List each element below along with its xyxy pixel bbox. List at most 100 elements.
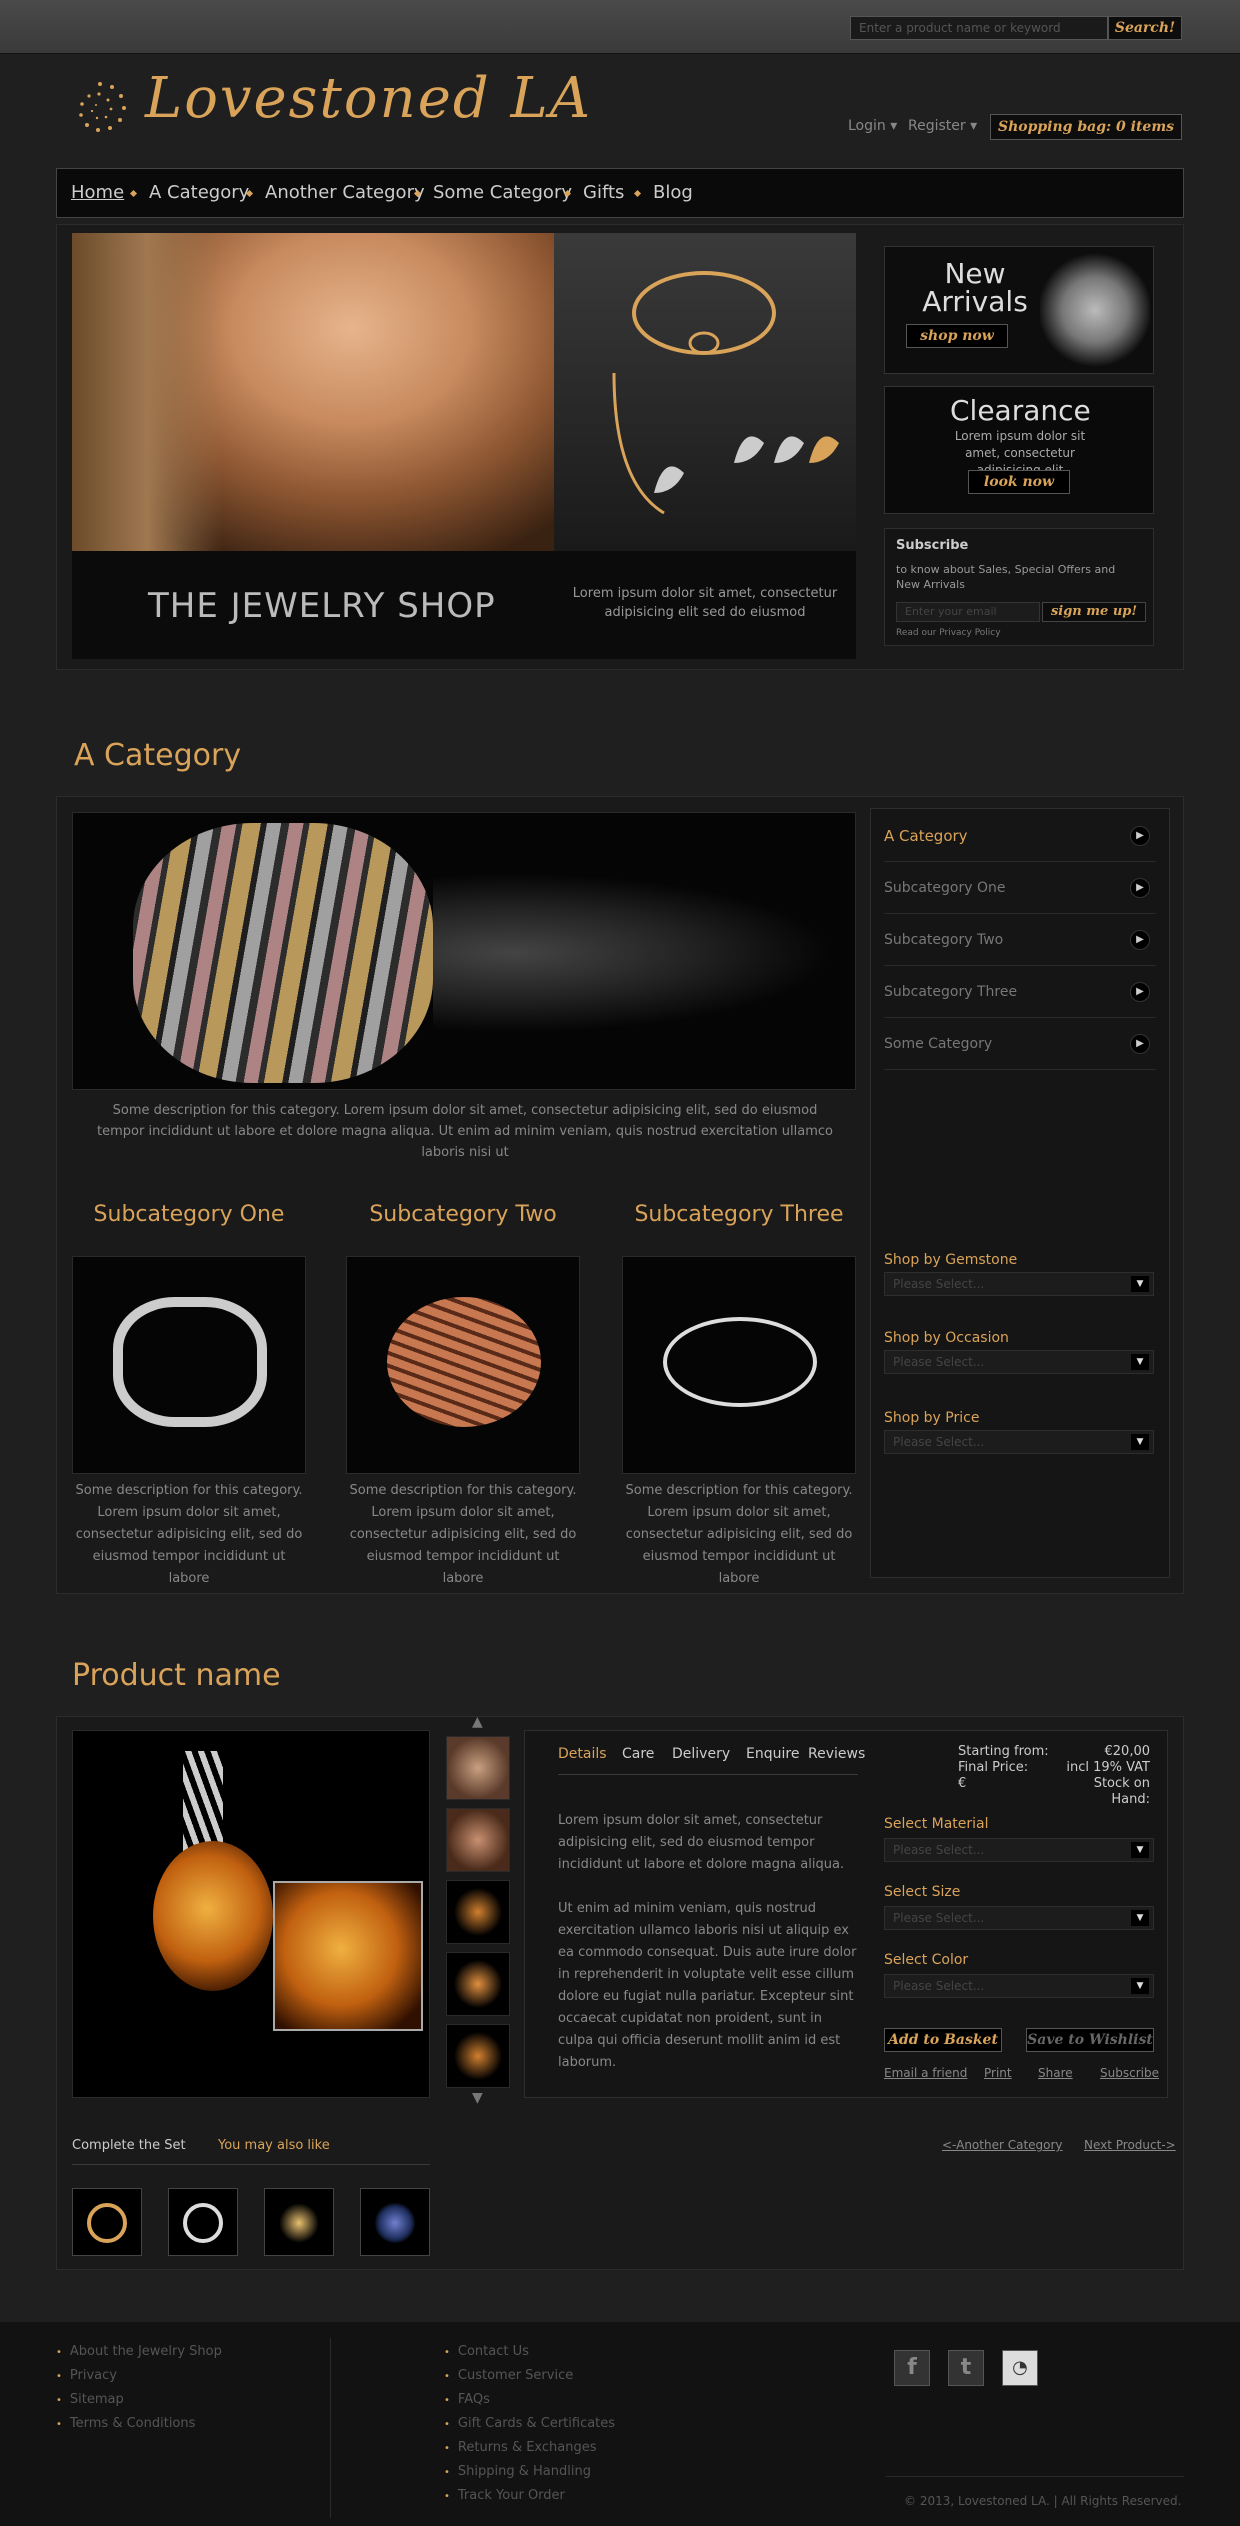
save-to-wishlist-button[interactable]: Save to Wishlist bbox=[1026, 2028, 1154, 2052]
footer-link-returns[interactable]: Returns & Exchanges bbox=[444, 2440, 597, 2455]
print-link[interactable]: Print bbox=[984, 2066, 1012, 2080]
side-item-subcategory-one[interactable]: Subcategory One ▶ bbox=[884, 862, 1156, 914]
footer-link-faqs[interactable]: FAQs bbox=[444, 2392, 490, 2407]
amber-pendant-zoom bbox=[273, 1881, 423, 2031]
color-select[interactable]: Please Select... ▼ bbox=[884, 1974, 1154, 1998]
logo-text[interactable]: Lovestoned LA bbox=[145, 66, 592, 131]
thumbnail-down-icon[interactable]: ▼ bbox=[472, 2090, 483, 2106]
footer-link-about[interactable]: About the Jewelry Shop bbox=[56, 2344, 222, 2359]
side-item-a-category[interactable]: A Category ▶ bbox=[884, 810, 1156, 862]
footer-link-customer-service[interactable]: Customer Service bbox=[444, 2368, 573, 2383]
gemstone-filter-select[interactable]: Please Select... ▼ bbox=[884, 1272, 1154, 1296]
previous-category-link[interactable]: <-Another Category bbox=[942, 2138, 1063, 2152]
subscribe-link[interactable]: Subscribe bbox=[1100, 2066, 1159, 2080]
side-item-subcategory-two[interactable]: Subcategory Two ▶ bbox=[884, 914, 1156, 966]
logo-swirl-icon bbox=[79, 82, 126, 132]
tab-details[interactable]: Details bbox=[558, 1746, 607, 1762]
tab-care[interactable]: Care bbox=[622, 1746, 654, 1762]
product-thumbnail[interactable] bbox=[446, 2024, 510, 2088]
chevron-down-icon: ▼ bbox=[1131, 1354, 1149, 1370]
email-friend-link[interactable]: Email a friend bbox=[884, 2066, 967, 2080]
shop-now-button[interactable]: shop now bbox=[906, 324, 1008, 348]
material-select[interactable]: Please Select... ▼ bbox=[884, 1838, 1154, 1862]
register-link[interactable]: Register ▾ bbox=[908, 118, 977, 134]
tab-reviews[interactable]: Reviews bbox=[808, 1746, 865, 1762]
next-product-link[interactable]: Next Product-> bbox=[1084, 2138, 1176, 2152]
footer-link-privacy[interactable]: Privacy bbox=[56, 2368, 117, 2383]
subcategory-two-title[interactable]: Subcategory Two bbox=[346, 1202, 580, 1227]
select-placeholder: Please Select... bbox=[893, 1979, 985, 1993]
side-item-some-category[interactable]: Some Category ▶ bbox=[884, 1018, 1156, 1070]
subcategory-three-title[interactable]: Subcategory Three bbox=[622, 1202, 856, 1227]
twitter-icon[interactable]: t bbox=[948, 2350, 984, 2386]
jewelry-photo bbox=[554, 233, 856, 551]
subcategory-two-image[interactable] bbox=[346, 1256, 580, 1474]
tab-enquire[interactable]: Enquire bbox=[746, 1746, 799, 1762]
product-thumbnail[interactable] bbox=[446, 1736, 510, 1800]
facebook-icon[interactable]: f bbox=[894, 2350, 930, 2386]
footer-link-track-order[interactable]: Track Your Order bbox=[444, 2488, 565, 2503]
product-heading: Product name bbox=[72, 1658, 281, 1693]
product-thumbnail[interactable] bbox=[446, 1880, 510, 1944]
stock-label: Stock on Hand: bbox=[1093, 1776, 1150, 1807]
sign-me-up-button[interactable]: sign me up! bbox=[1042, 602, 1146, 622]
bangles-photo bbox=[133, 823, 433, 1083]
nav-item-blog[interactable]: Blog bbox=[653, 182, 693, 203]
select-placeholder: Please Select... bbox=[893, 1277, 985, 1291]
search-button[interactable]: Search! bbox=[1108, 16, 1182, 40]
price-filter-select[interactable]: Please Select... ▼ bbox=[884, 1430, 1154, 1454]
footer-link-terms[interactable]: Terms & Conditions bbox=[56, 2416, 196, 2431]
login-link[interactable]: Login ▾ bbox=[848, 118, 897, 134]
subscribe-email-input[interactable]: Enter your email bbox=[896, 602, 1040, 622]
add-to-basket-button[interactable]: Add to Basket bbox=[884, 2028, 1002, 2052]
occasion-filter-select[interactable]: Please Select... ▼ bbox=[884, 1350, 1154, 1374]
chevron-right-icon: ▶ bbox=[1130, 878, 1150, 898]
search-input[interactable]: Enter a product name or keyword bbox=[850, 16, 1108, 40]
footer-link-shipping[interactable]: Shipping & Handling bbox=[444, 2464, 591, 2479]
share-link[interactable]: Share bbox=[1038, 2066, 1073, 2080]
footer-link-sitemap[interactable]: Sitemap bbox=[56, 2392, 124, 2407]
look-now-button[interactable]: look now bbox=[968, 470, 1070, 494]
tab-delivery[interactable]: Delivery bbox=[672, 1746, 730, 1762]
nav-item-another-category[interactable]: Another Category bbox=[265, 182, 425, 203]
copyright-text: © 2013, Lovestoned LA. | All Rights Rese… bbox=[904, 2494, 1182, 2508]
nav-item-a-category[interactable]: A Category bbox=[149, 182, 249, 203]
product-heading-b: name bbox=[195, 1658, 281, 1693]
side-item-subcategory-three[interactable]: Subcategory Three ▶ bbox=[884, 966, 1156, 1018]
subcategory-one-description: Some description for this category. Lore… bbox=[75, 1483, 303, 1586]
product-heading-a: Product bbox=[72, 1658, 186, 1693]
subcategory-one-image[interactable] bbox=[72, 1256, 306, 1474]
complete-set-tab[interactable]: Complete the Set bbox=[72, 2138, 186, 2153]
set-thumbnail[interactable] bbox=[168, 2188, 238, 2256]
hero-banner-image[interactable] bbox=[72, 233, 856, 551]
footer-link-gift-cards[interactable]: Gift Cards & Certificates bbox=[444, 2416, 615, 2431]
tab-divider bbox=[558, 1774, 858, 1775]
nav-separator bbox=[129, 189, 138, 198]
rss-icon[interactable]: ◔ bbox=[1002, 2350, 1038, 2386]
new-arrivals-title: New Arrivals bbox=[922, 257, 1028, 318]
set-thumbnail[interactable] bbox=[360, 2188, 430, 2256]
subscribe-text: to know about Sales, Special Offers and … bbox=[896, 563, 1116, 591]
chevron-down-icon: ▼ bbox=[1131, 1978, 1149, 1994]
shopping-bag-button[interactable]: Shopping bag: 0 items bbox=[990, 114, 1182, 140]
chevron-down-icon: ▼ bbox=[1131, 1434, 1149, 1450]
you-may-also-like-tab[interactable]: You may also like bbox=[218, 2138, 330, 2153]
product-thumbnail[interactable] bbox=[446, 1808, 510, 1872]
privacy-policy-link[interactable]: Read our Privacy Policy bbox=[896, 628, 1001, 638]
product-main-image[interactable] bbox=[72, 1730, 430, 2098]
size-select[interactable]: Please Select... ▼ bbox=[884, 1906, 1154, 1930]
thumbnail-up-icon[interactable]: ▲ bbox=[472, 1714, 483, 1730]
category-banner-image[interactable] bbox=[72, 812, 856, 1090]
necklace-earrings-icon bbox=[612, 271, 839, 515]
nav-item-some-category[interactable]: Some Category bbox=[433, 182, 572, 203]
nav-item-home[interactable]: Home bbox=[71, 182, 124, 203]
product-thumbnail[interactable] bbox=[446, 1952, 510, 2016]
subcategory-three-image[interactable] bbox=[622, 1256, 856, 1474]
footer-link-contact[interactable]: Contact Us bbox=[444, 2344, 529, 2359]
feather-bracelet-photo bbox=[663, 1317, 817, 1407]
chevron-right-icon: ▶ bbox=[1130, 982, 1150, 1002]
set-thumbnail[interactable] bbox=[72, 2188, 142, 2256]
subcategory-one-title[interactable]: Subcategory One bbox=[72, 1202, 306, 1227]
nav-item-gifts[interactable]: Gifts bbox=[583, 182, 624, 203]
set-thumbnail[interactable] bbox=[264, 2188, 334, 2256]
